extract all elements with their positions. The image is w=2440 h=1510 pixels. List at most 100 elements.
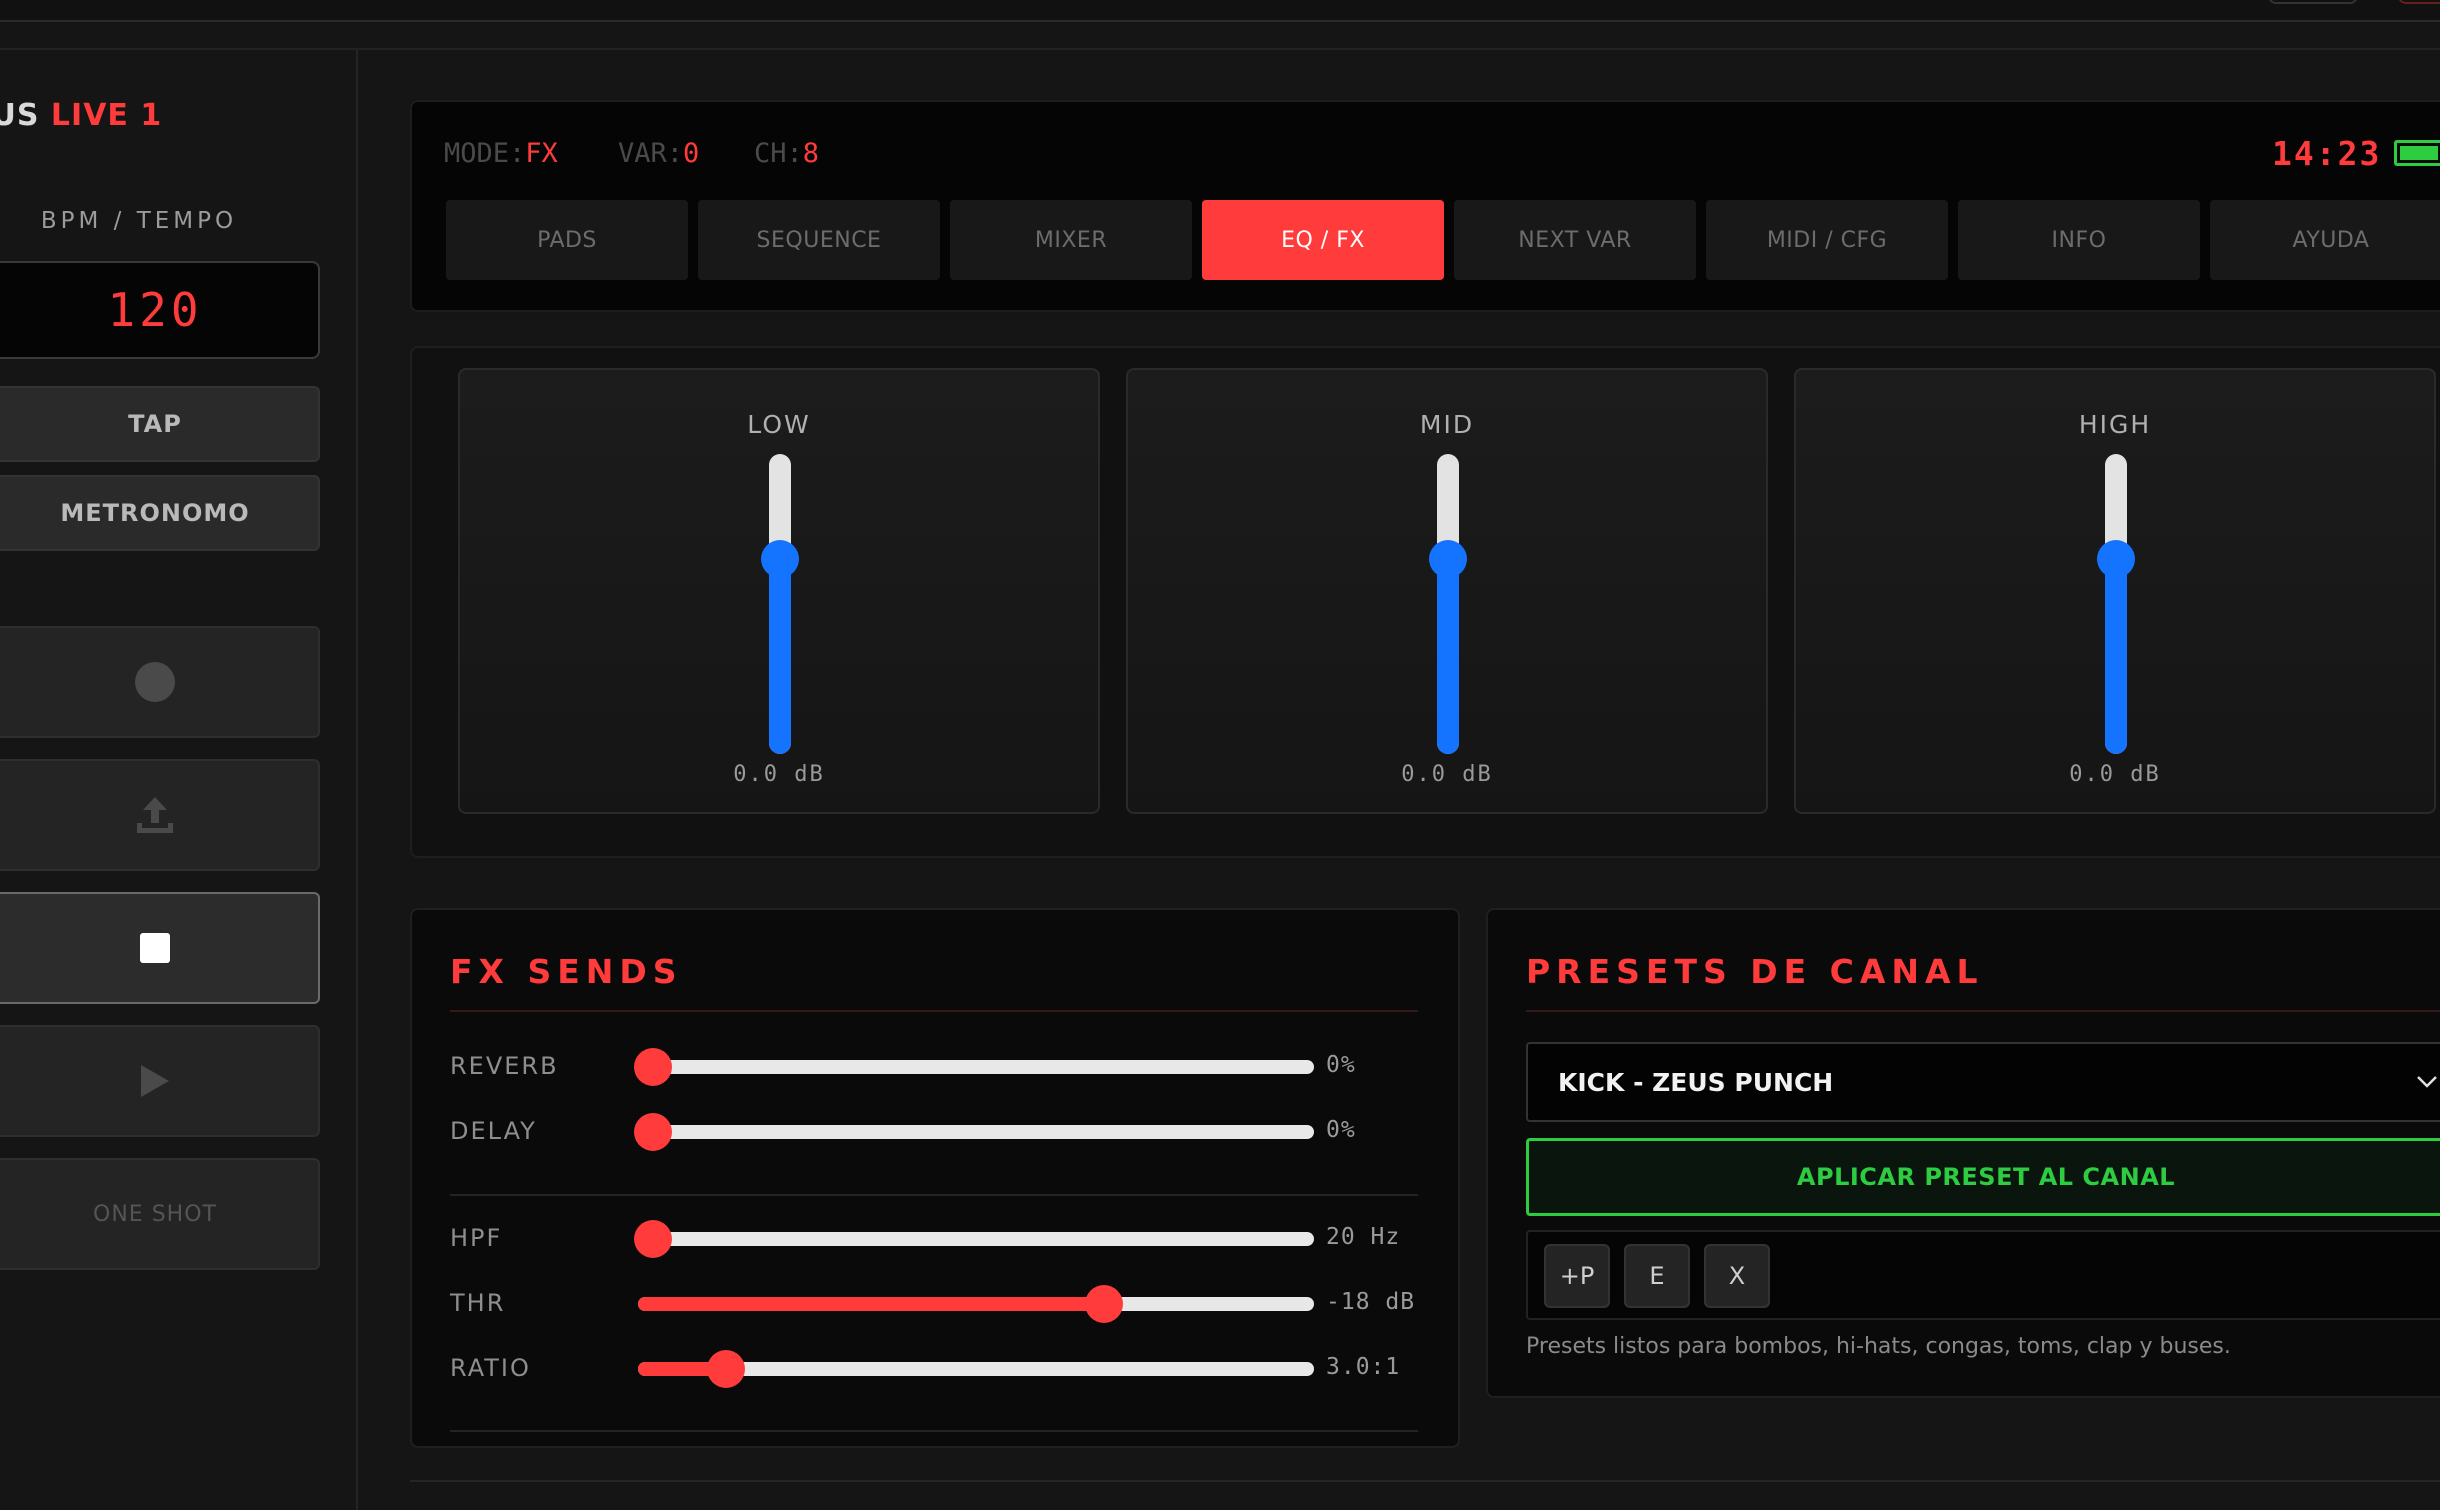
battery-icon (2394, 140, 2440, 166)
sidebar: EUS LIVE 1 BPM / TEMPO 120 TAP METRONOMO (0, 50, 358, 1510)
channel-presets-panel: PRESETS DE CANAL KICK - ZEUS PUNCH APLIC… (1486, 908, 2440, 1398)
bpm-label: BPM / TEMPO (40, 208, 238, 234)
hpf-row: HPF 20 Hz (450, 1218, 1450, 1258)
eq-slider-thumb[interactable] (761, 540, 799, 578)
eq-band-low: LOW 0.0 dB (458, 368, 1100, 814)
channel-key: CH: (754, 138, 803, 169)
stop-button[interactable] (0, 892, 320, 1004)
fx-sends-panel: FX SENDS REVERB 0% DELAY 0% HPF 20 Hz TH… (410, 908, 1460, 1448)
record-button[interactable] (0, 626, 320, 738)
hpf-value: 20 Hz (1326, 1224, 1401, 1250)
eq-band-value: 0.0 dB (2069, 762, 2161, 787)
preset-selected-value: KICK - ZEUS PUNCH (1558, 1067, 1834, 1097)
var-value: 0 (683, 138, 700, 169)
eq-band-label: MID (1419, 410, 1475, 439)
delay-label: DELAY (450, 1117, 537, 1145)
fx-section-divider (450, 1194, 1418, 1196)
delay-slider-track[interactable] (638, 1125, 1314, 1139)
delay-send-row: DELAY 0% (450, 1111, 1450, 1151)
preset-actions: +P E X (1526, 1230, 2440, 1320)
eq-slider-fill (769, 559, 791, 754)
chevron-down-icon (2417, 1076, 2437, 1088)
app-root: EUS LIVE 1 BPM / TEMPO 120 TAP METRONOMO (0, 0, 2440, 1510)
eq-slider-fill (1437, 559, 1459, 754)
add-preset-button[interactable]: +P (1544, 1244, 1610, 1308)
fx-sends-title: FX SENDS (450, 952, 683, 991)
bpm-display[interactable]: 120 (0, 261, 320, 359)
var-status: VAR:0 (618, 138, 699, 169)
threshold-row: THR -18 dB (450, 1283, 1450, 1323)
tab-midi-cfg[interactable]: MIDI / CFG (1706, 200, 1948, 280)
top-bar-button[interactable] (2268, 0, 2358, 4)
preset-select[interactable]: KICK - ZEUS PUNCH (1526, 1042, 2440, 1122)
threshold-label: THR (450, 1289, 506, 1317)
fx-title-divider (450, 1010, 1418, 1012)
threshold-slider-track[interactable] (638, 1297, 1314, 1311)
mode-value: FX (525, 138, 558, 169)
eq-band-label: LOW (747, 410, 811, 439)
bottom-divider (410, 1480, 2440, 1482)
channel-status: CH:8 (754, 138, 819, 169)
tab-eq-fx[interactable]: EQ / FX (1202, 200, 1444, 280)
ratio-slider-thumb[interactable] (706, 1350, 745, 1388)
edit-preset-button[interactable]: E (1624, 1244, 1690, 1308)
presets-title: PRESETS DE CANAL (1526, 952, 1984, 991)
eq-slider-track[interactable] (769, 454, 791, 754)
upload-icon (137, 797, 173, 833)
mode-tabs: PADS SEQUENCE MIXER EQ / FX NEXT VAR MID… (446, 200, 2440, 280)
channel-value: 8 (802, 138, 820, 169)
top-bar (0, 0, 2440, 22)
eq-slider-fill (2105, 559, 2127, 754)
eq-section: LOW 0.0 dB MID 0.0 dB HIGH 0.0 dB (410, 346, 2440, 858)
eq-band-value: 0.0 dB (733, 762, 825, 787)
delete-preset-button[interactable]: X (1704, 1244, 1770, 1308)
play-button[interactable] (0, 1025, 320, 1137)
reverb-label: REVERB (450, 1052, 559, 1080)
brand-accent: LIVE 1 (50, 98, 163, 133)
tab-mixer[interactable]: MIXER (950, 200, 1192, 280)
eq-slider-track[interactable] (2105, 454, 2127, 754)
delay-value: 0% (1326, 1117, 1356, 1143)
stop-icon (140, 933, 170, 963)
one-shot-button[interactable]: ONE SHOT (0, 1158, 320, 1270)
ratio-row: RATIO 3.0:1 (450, 1348, 1450, 1388)
app-logo: EUS LIVE 1 (0, 98, 162, 133)
tab-next-var[interactable]: NEXT VAR (1454, 200, 1696, 280)
presets-help-text: Presets listos para bombos, hi-hats, con… (1526, 1334, 2231, 1359)
tab-pads[interactable]: PADS (446, 200, 688, 280)
reverb-slider-thumb[interactable] (634, 1048, 672, 1086)
threshold-slider-fill (638, 1297, 1105, 1311)
fx-bottom-divider (450, 1430, 1418, 1432)
var-key: VAR: (618, 138, 684, 169)
threshold-value: -18 dB (1326, 1289, 1416, 1315)
one-shot-label: ONE SHOT (93, 1201, 217, 1227)
hpf-slider-thumb[interactable] (634, 1220, 672, 1258)
hpf-slider-track[interactable] (638, 1232, 1314, 1246)
brand-prefix: EUS (0, 98, 40, 133)
play-icon (141, 1065, 169, 1097)
reverb-slider-track[interactable] (638, 1060, 1314, 1074)
top-bar-close-button[interactable] (2398, 0, 2440, 4)
threshold-slider-thumb[interactable] (1085, 1285, 1124, 1323)
eq-slider-thumb[interactable] (2097, 540, 2135, 578)
ratio-value: 3.0:1 (1326, 1354, 1401, 1380)
apply-preset-button[interactable]: APLICAR PRESET AL CANAL (1526, 1138, 2440, 1216)
eq-band-mid: MID 0.0 dB (1126, 368, 1768, 814)
eq-band-label: HIGH (2078, 410, 2152, 439)
eq-slider-track[interactable] (1437, 454, 1459, 754)
tab-sequence[interactable]: SEQUENCE (698, 200, 940, 280)
ratio-label: RATIO (450, 1354, 531, 1382)
eq-band-value: 0.0 dB (1401, 762, 1493, 787)
header-divider (0, 48, 2440, 50)
tab-ayuda[interactable]: AYUDA (2210, 200, 2440, 280)
tap-tempo-button[interactable]: TAP (0, 386, 320, 462)
mode-key: MODE: (444, 138, 526, 169)
eq-slider-thumb[interactable] (1429, 540, 1467, 578)
mode-status: MODE:FX (444, 138, 558, 169)
delay-slider-thumb[interactable] (634, 1113, 672, 1151)
export-button[interactable] (0, 759, 320, 871)
eq-band-high: HIGH 0.0 dB (1794, 368, 2436, 814)
metronome-button[interactable]: METRONOMO (0, 475, 320, 551)
status-display: MODE:FX VAR:0 CH:8 14:23 PADS SEQUENCE M… (410, 100, 2440, 312)
tab-info[interactable]: INFO (1958, 200, 2200, 280)
